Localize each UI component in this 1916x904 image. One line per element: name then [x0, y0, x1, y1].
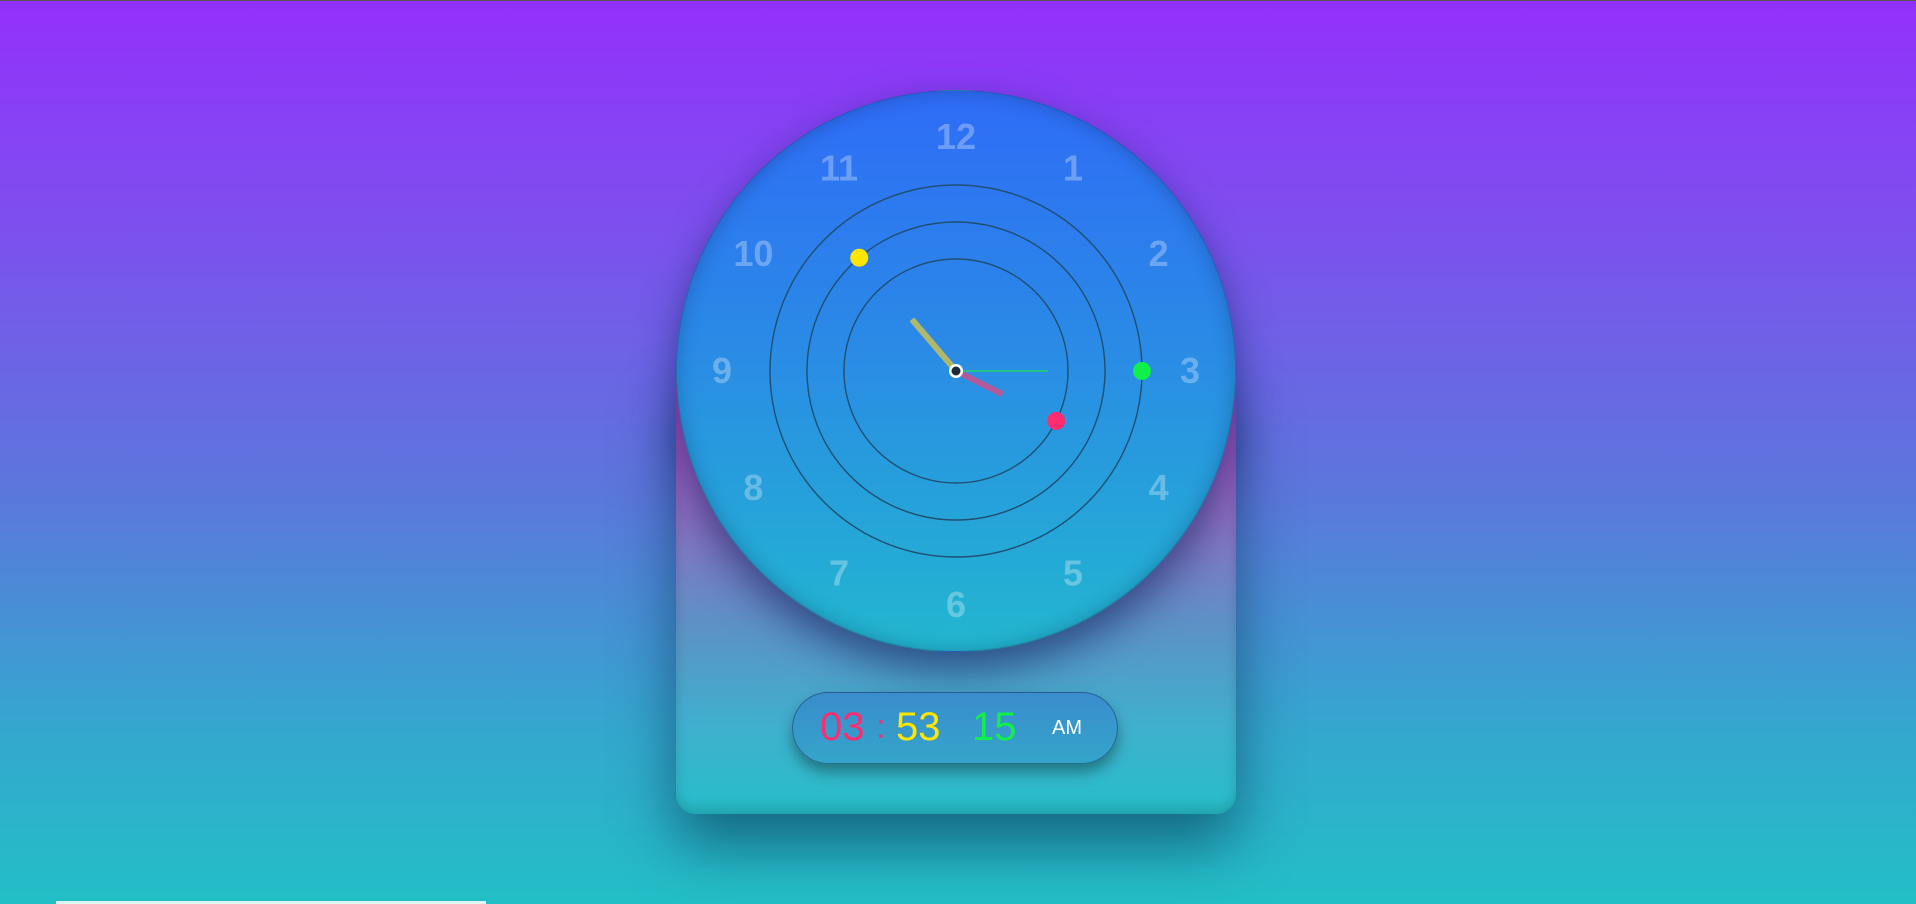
numeral-11: 11: [820, 147, 858, 188]
numeral-4: 4: [1149, 467, 1169, 508]
center-pin-inner: [951, 366, 961, 376]
digital-separator: :: [876, 708, 886, 746]
hour-indicator-dot: [1047, 411, 1066, 430]
numeral-2: 2: [1149, 233, 1169, 274]
minute-hand: [909, 317, 959, 373]
second-indicator-dot: [1133, 362, 1151, 380]
digital-time-display: 03 : 53 15 AM: [792, 692, 1118, 764]
numeral-1: 1: [1063, 147, 1083, 188]
digital-hours: 03: [820, 705, 865, 749]
minute-indicator-dot: [850, 248, 869, 267]
numeral-9: 9: [712, 350, 732, 391]
numeral-10: 10: [733, 233, 773, 274]
hour-hand: [954, 368, 1004, 397]
numeral-7: 7: [829, 553, 849, 594]
digital-minutes: 53: [896, 705, 941, 749]
numeral-12: 12: [936, 116, 976, 157]
analog-clock: 121234567891011: [712, 116, 1200, 625]
digital-ampm: AM: [1052, 717, 1082, 739]
numeral-5: 5: [1063, 553, 1083, 594]
digital-seconds: 15: [972, 705, 1017, 749]
numeral-6: 6: [946, 584, 966, 625]
numeral-3: 3: [1180, 350, 1200, 391]
numeral-8: 8: [743, 467, 763, 508]
